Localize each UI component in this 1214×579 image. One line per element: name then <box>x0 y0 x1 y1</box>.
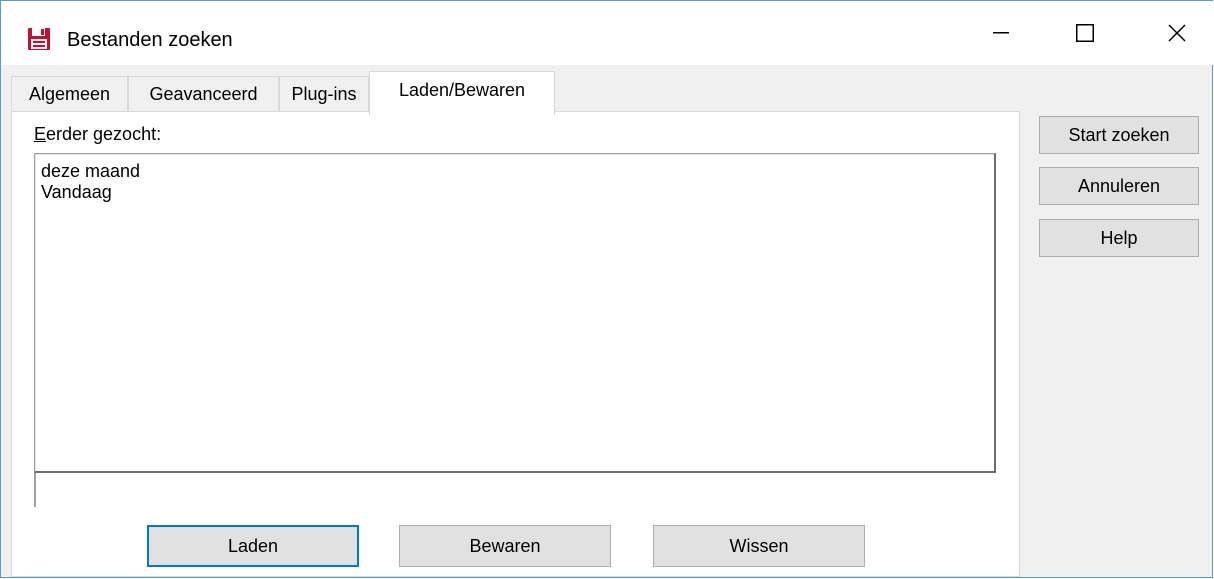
maximize-icon <box>1076 24 1094 42</box>
load-button[interactable]: Laden <box>147 525 359 567</box>
tab-laden-bewaren[interactable]: Laden/Bewaren <box>369 71 555 115</box>
cancel-button[interactable]: Annuleren <box>1039 167 1199 205</box>
clear-button[interactable]: Wissen <box>653 525 865 567</box>
history-list[interactable]: deze maand Vandaag <box>34 153 996 473</box>
list-edge <box>34 473 36 507</box>
tab-algemeen[interactable]: Algemeen <box>11 76 128 112</box>
list-item[interactable]: Vandaag <box>35 182 140 203</box>
close-button[interactable] <box>1147 11 1207 55</box>
start-search-button[interactable]: Start zoeken <box>1039 116 1199 154</box>
minimize-icon <box>993 32 1009 34</box>
search-dialog: Bestanden zoeken Algemeen Geavanceerd Pl… <box>0 0 1213 578</box>
close-icon <box>1168 24 1186 42</box>
maximize-button[interactable] <box>1055 11 1115 55</box>
label-text: erder gezocht: <box>46 124 162 144</box>
tab-geavanceerd[interactable]: Geavanceerd <box>128 76 279 112</box>
save-button[interactable]: Bewaren <box>399 525 611 567</box>
window-title: Bestanden zoeken <box>67 29 233 51</box>
tab-strip: Algemeen Geavanceerd Plug-ins Laden/Bewa… <box>11 65 1011 115</box>
list-item[interactable]: deze maand <box>35 161 140 182</box>
help-button[interactable]: Help <box>1039 219 1199 257</box>
title-bar[interactable]: Bestanden zoeken <box>1 1 1213 65</box>
history-label: Eerder gezocht: <box>34 123 161 145</box>
label-accelerator: E <box>34 124 47 144</box>
minimize-button[interactable] <box>971 11 1031 55</box>
floppy-disk-icon <box>27 27 51 51</box>
tab-plug-ins[interactable]: Plug-ins <box>279 76 369 112</box>
